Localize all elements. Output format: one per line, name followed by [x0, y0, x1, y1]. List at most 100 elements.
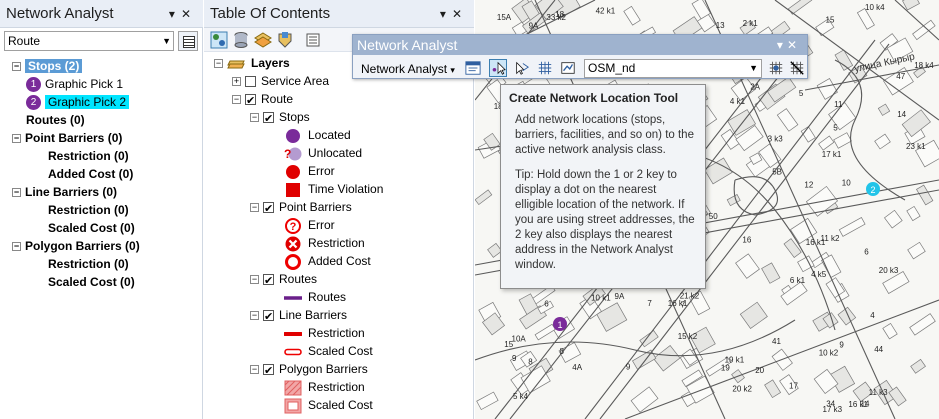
- toolbar-titlebar[interactable]: Network Analyst ▾✕: [353, 35, 807, 55]
- collapse-toggle-icon[interactable]: −: [250, 365, 259, 375]
- visibility-checkbox[interactable]: [263, 272, 274, 290]
- chevron-down-icon[interactable]: ▼: [749, 60, 758, 77]
- toc-item[interactable]: Restriction: [284, 324, 365, 342]
- address-label: 50: [709, 212, 718, 221]
- properties-icon[interactable]: [788, 59, 806, 77]
- visibility-checkbox[interactable]: [263, 308, 274, 326]
- visibility-checkbox[interactable]: [263, 110, 274, 128]
- stop-sequence-badge: 2: [26, 95, 41, 111]
- na-tree-item[interactable]: Restriction (0): [48, 255, 129, 273]
- na-tree-item[interactable]: Added Cost (0): [48, 165, 133, 183]
- toc-item[interactable]: Time Violation: [284, 180, 383, 198]
- building-footprint: [653, 345, 681, 372]
- toc-item[interactable]: Restriction: [284, 378, 365, 396]
- collapse-toggle-icon[interactable]: −: [250, 275, 259, 285]
- list-by-drawing-order-icon[interactable]: [210, 31, 228, 49]
- visibility-checkbox[interactable]: [263, 200, 274, 218]
- analysis-layer-select[interactable]: Route ▼: [4, 31, 174, 51]
- na-tree-item[interactable]: − Line Barriers (0): [12, 183, 117, 201]
- close-icon[interactable]: ✕: [181, 7, 197, 21]
- na-tree-item[interactable]: Scaled Cost (0): [48, 273, 135, 291]
- address-label: 7: [681, 300, 686, 309]
- na-tree-item[interactable]: Scaled Cost (0): [48, 219, 135, 237]
- collapse-toggle-icon[interactable]: −: [250, 311, 259, 321]
- toc-item[interactable]: Restriction: [284, 234, 365, 252]
- tooltip-tip: Tip: Hold down the 1 or 2 key to display…: [515, 169, 695, 271]
- na-tree-item[interactable]: 1 Graphic Pick 1: [26, 75, 123, 93]
- address-label: 9A: [529, 22, 539, 31]
- collapse-toggle-icon[interactable]: −: [214, 59, 223, 69]
- toc-item[interactable]: Routes: [284, 288, 346, 306]
- list-by-selection-icon[interactable]: [276, 31, 294, 49]
- building-footprint: [776, 108, 799, 132]
- visibility-checkbox[interactable]: [245, 76, 256, 88]
- collapse-toggle-icon[interactable]: −: [12, 62, 21, 72]
- create-network-location-icon[interactable]: [489, 59, 507, 77]
- toc-item[interactable]: + Service Area: [232, 72, 329, 90]
- pb-error-symbol-icon: ?: [285, 217, 301, 234]
- building-footprint: [739, 301, 768, 330]
- collapse-toggle-icon[interactable]: −: [232, 95, 241, 105]
- toc-item[interactable]: ? Unlocated: [284, 144, 362, 162]
- building-footprint: [910, 358, 926, 374]
- network-analyst-menu[interactable]: Network Analyst ▾: [357, 59, 459, 77]
- pb-restriction-symbol-icon: [285, 236, 301, 252]
- collapse-toggle-icon[interactable]: −: [250, 203, 259, 213]
- stop-marker-2[interactable]: 2: [866, 182, 880, 196]
- toc-item[interactable]: − Routes: [250, 270, 317, 290]
- collapse-toggle-icon[interactable]: −: [250, 113, 259, 123]
- toc-item[interactable]: − Polygon Barriers: [250, 360, 368, 380]
- solve-icon[interactable]: [559, 59, 577, 77]
- na-tree-item[interactable]: Routes (0): [12, 111, 85, 129]
- pb-addedcost-symbol-icon: [285, 253, 301, 270]
- toc-item[interactable]: Scaled Cost: [284, 396, 373, 414]
- toc-item-label: Service Area: [261, 74, 330, 88]
- close-icon[interactable]: ✕: [787, 38, 801, 52]
- na-tree-item-label: Added Cost (0): [48, 167, 134, 181]
- building-footprint: [909, 313, 936, 336]
- address-label: 9: [626, 362, 631, 371]
- toc-item[interactable]: − Stops: [250, 108, 310, 128]
- list-by-visibility-icon[interactable]: [254, 31, 272, 49]
- address-label: 5: [833, 124, 838, 133]
- visibility-checkbox[interactable]: [263, 362, 274, 380]
- pin-icon[interactable]: ▾: [440, 7, 452, 21]
- toc-item[interactable]: ? Error: [284, 216, 335, 234]
- build-network-icon[interactable]: [536, 59, 554, 77]
- directions-icon[interactable]: [767, 59, 785, 77]
- close-icon[interactable]: ✕: [452, 7, 468, 21]
- options-icon[interactable]: [304, 31, 322, 49]
- chevron-down-icon[interactable]: ▼: [162, 32, 171, 50]
- list-by-source-icon[interactable]: [232, 31, 250, 49]
- na-tree-item[interactable]: 2 Graphic Pick 2: [26, 93, 130, 111]
- na-tree-item[interactable]: Restriction (0): [48, 147, 129, 165]
- stop-marker-1[interactable]: 1: [553, 317, 567, 331]
- toc-item[interactable]: Scaled Cost: [284, 342, 373, 360]
- building-footprint: [882, 322, 898, 340]
- toc-item[interactable]: − Line Barriers: [250, 306, 347, 326]
- error-dot-symbol-icon: [286, 164, 300, 179]
- network-dataset-select[interactable]: OSM_nd ▼: [584, 59, 762, 78]
- collapse-toggle-icon[interactable]: +: [232, 77, 241, 87]
- na-tree-item[interactable]: − Stops (2): [12, 57, 83, 75]
- na-tree-item[interactable]: Restriction (0): [48, 201, 129, 219]
- select-move-location-icon[interactable]: [513, 59, 531, 77]
- pin-icon[interactable]: ▾: [169, 7, 181, 21]
- collapse-toggle-icon[interactable]: −: [12, 188, 21, 198]
- toc-item[interactable]: − Route: [232, 90, 293, 110]
- address-label: 10 k4: [865, 3, 885, 12]
- collapse-toggle-icon[interactable]: −: [12, 134, 21, 144]
- chevron-down-icon[interactable]: ▾: [777, 38, 787, 52]
- na-tree-item[interactable]: − Polygon Barriers (0): [12, 237, 140, 255]
- collapse-toggle-icon[interactable]: −: [12, 242, 21, 252]
- analysis-properties-button[interactable]: [178, 31, 198, 51]
- toc-item-label: Scaled Cost: [308, 344, 373, 358]
- toc-item[interactable]: Added Cost: [284, 252, 371, 270]
- visibility-checkbox[interactable]: [245, 92, 256, 110]
- toc-item[interactable]: − Point Barriers: [250, 198, 352, 218]
- toc-item[interactable]: − Layers: [214, 54, 290, 72]
- toc-item[interactable]: Located: [284, 126, 351, 144]
- toc-item[interactable]: Error: [284, 162, 335, 180]
- na-tree-item[interactable]: − Point Barriers (0): [12, 129, 122, 147]
- network-analyst-window-icon[interactable]: [464, 59, 482, 77]
